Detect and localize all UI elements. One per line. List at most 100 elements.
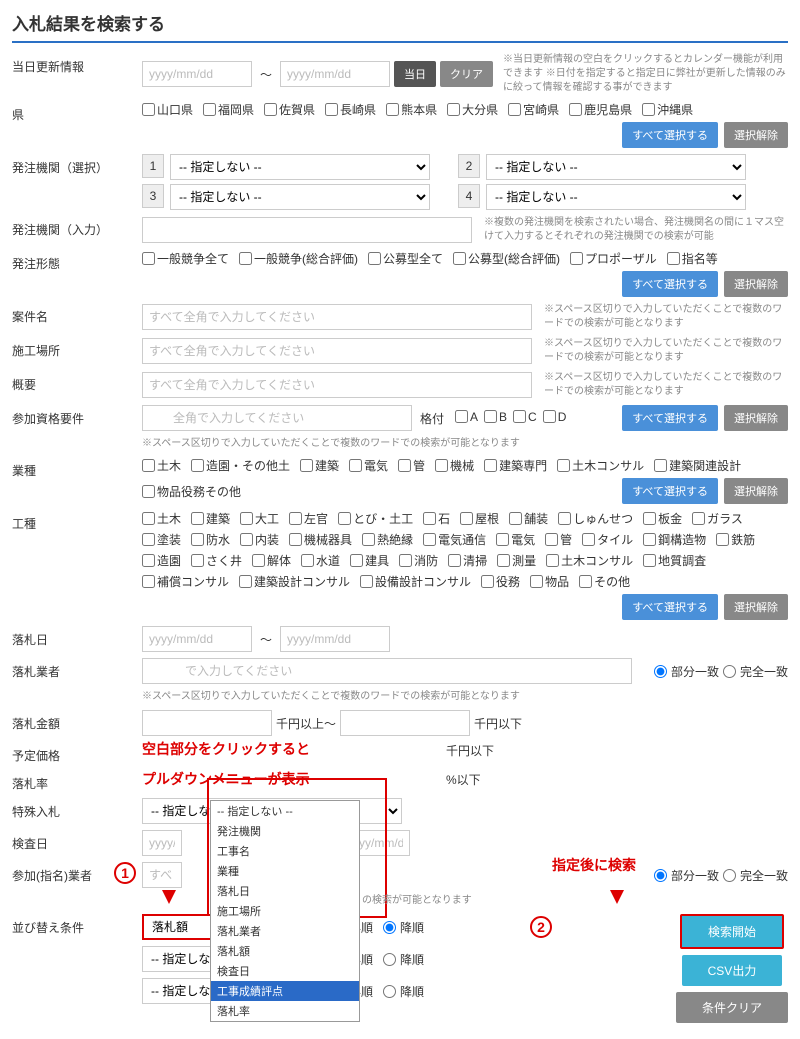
grade-B[interactable]: B <box>484 410 507 424</box>
chk-物品役務その他[interactable]: 物品役務その他 <box>142 483 241 500</box>
chk-鉄筋[interactable]: 鉄筋 <box>716 531 755 548</box>
chk-建築関連設計[interactable]: 建築関連設計 <box>654 457 741 474</box>
chk-公募型全て[interactable]: 公募型全て <box>368 250 443 267</box>
chk-建築[interactable]: 建築 <box>300 457 339 474</box>
chk-防水[interactable]: 防水 <box>191 531 230 548</box>
org-input[interactable] <box>142 217 472 243</box>
name-input[interactable] <box>142 304 532 330</box>
participant-input[interactable] <box>142 862 182 888</box>
chk-土木コンサル[interactable]: 土木コンサル <box>546 552 633 569</box>
chk-造園・その他土[interactable]: 造園・その他土 <box>191 457 290 474</box>
dd-item[interactable]: 落札額 <box>211 941 359 961</box>
chk-左官[interactable]: 左官 <box>289 510 328 527</box>
participant-exact[interactable]: 完全一致 <box>723 867 788 884</box>
btn-search[interactable]: 検索開始 <box>680 914 784 949</box>
chk-大分県[interactable]: 大分県 <box>447 101 498 118</box>
chk-物品[interactable]: 物品 <box>530 573 569 590</box>
pref-list-clear[interactable]: 選択解除 <box>724 122 788 148</box>
chk-設備設計コンサル[interactable]: 設備設計コンサル <box>360 573 471 590</box>
chk-佐賀県[interactable]: 佐賀県 <box>264 101 315 118</box>
chk-熱絶縁[interactable]: 熱絶縁 <box>362 531 413 548</box>
pref-list-all[interactable]: すべて選択する <box>622 122 718 148</box>
org-select-3[interactable]: -- 指定しない -- <box>170 184 430 210</box>
award-co-partial[interactable]: 部分一致 <box>654 663 719 680</box>
dropdown-panel[interactable]: -- 指定しない --発注機関工事名業種落札日施工場所落札業者落札額検査日工事成… <box>210 800 360 1022</box>
grade-D[interactable]: D <box>543 410 567 424</box>
chk-一般競争(総合評価)[interactable]: 一般競争(総合評価) <box>239 250 358 267</box>
chk-建築設計コンサル[interactable]: 建築設計コンサル <box>239 573 350 590</box>
award-amt-from[interactable] <box>142 710 272 736</box>
org-select-1[interactable]: -- 指定しない -- <box>170 154 430 180</box>
dd-item[interactable]: 発注機関 <box>211 821 359 841</box>
award-co-exact[interactable]: 完全一致 <box>723 663 788 680</box>
award-co-input[interactable] <box>142 658 632 684</box>
chk-大工[interactable]: 大工 <box>240 510 279 527</box>
chk-土木コンサル[interactable]: 土木コンサル <box>557 457 644 474</box>
update-date-from[interactable] <box>142 61 252 87</box>
chk-福岡県[interactable]: 福岡県 <box>203 101 254 118</box>
work-list-all[interactable]: すべて選択する <box>622 594 718 620</box>
qual-input[interactable] <box>142 405 412 431</box>
chk-測量[interactable]: 測量 <box>497 552 536 569</box>
org-select-2[interactable]: -- 指定しない -- <box>486 154 746 180</box>
dd-item[interactable]: 落札率 <box>211 1001 359 1021</box>
chk-建築[interactable]: 建築 <box>191 510 230 527</box>
place-input[interactable] <box>142 338 532 364</box>
chk-建築専門[interactable]: 建築専門 <box>484 457 547 474</box>
chk-管[interactable]: 管 <box>398 457 425 474</box>
chk-タイル[interactable]: タイル <box>582 531 633 548</box>
inspect-from[interactable] <box>142 830 182 856</box>
chk-機械[interactable]: 機械 <box>435 457 474 474</box>
chk-一般競争全て[interactable]: 一般競争全て <box>142 250 229 267</box>
industry-list-all[interactable]: すべて選択する <box>622 478 718 504</box>
chk-解体[interactable]: 解体 <box>252 552 291 569</box>
chk-石[interactable]: 石 <box>423 510 450 527</box>
chk-沖縄県[interactable]: 沖縄県 <box>642 101 693 118</box>
chk-電気[interactable]: 電気 <box>496 531 535 548</box>
chk-その他[interactable]: その他 <box>579 573 630 590</box>
dd-item[interactable]: 工事成績評点 <box>211 981 359 1001</box>
org-select-4[interactable]: -- 指定しない -- <box>486 184 746 210</box>
chk-指名等[interactable]: 指名等 <box>667 250 718 267</box>
chk-土木[interactable]: 土木 <box>142 457 181 474</box>
chk-補償コンサル[interactable]: 補償コンサル <box>142 573 229 590</box>
dd-item[interactable]: 業種 <box>211 861 359 881</box>
sort1-desc[interactable]: 降順 <box>383 919 424 936</box>
btn-csv[interactable]: CSV出力 <box>682 955 783 986</box>
grade-A[interactable]: A <box>455 410 478 424</box>
btn-clear-date[interactable]: クリア <box>440 61 493 87</box>
chk-建具[interactable]: 建具 <box>350 552 389 569</box>
sort2-desc[interactable]: 降順 <box>383 951 424 968</box>
participant-partial[interactable]: 部分一致 <box>654 867 719 884</box>
chk-しゅんせつ[interactable]: しゅんせつ <box>558 510 633 527</box>
dd-item[interactable]: 落札業者 <box>211 921 359 941</box>
chk-電気通信[interactable]: 電気通信 <box>423 531 486 548</box>
chk-内装[interactable]: 内装 <box>240 531 279 548</box>
chk-電気[interactable]: 電気 <box>349 457 388 474</box>
chk-管[interactable]: 管 <box>545 531 572 548</box>
chk-水道[interactable]: 水道 <box>301 552 340 569</box>
btn-today[interactable]: 当日 <box>394 61 436 87</box>
chk-消防[interactable]: 消防 <box>399 552 438 569</box>
dd-item[interactable]: 施工場所 <box>211 901 359 921</box>
dd-item[interactable]: -- 指定しない -- <box>211 801 359 821</box>
chk-屋根[interactable]: 屋根 <box>460 510 499 527</box>
award-date-to[interactable] <box>280 626 390 652</box>
industry-list-clear[interactable]: 選択解除 <box>724 478 788 504</box>
update-date-to[interactable] <box>280 61 390 87</box>
chk-塗装[interactable]: 塗装 <box>142 531 181 548</box>
chk-機械器具[interactable]: 機械器具 <box>289 531 352 548</box>
btn-cond-clear[interactable]: 条件クリア <box>676 992 788 1023</box>
bidtype-list-clear[interactable]: 選択解除 <box>724 271 788 297</box>
bidtype-list-all[interactable]: すべて選択する <box>622 271 718 297</box>
chk-プロポーザル[interactable]: プロポーザル <box>570 250 657 267</box>
summary-input[interactable] <box>142 372 532 398</box>
chk-舗装[interactable]: 舗装 <box>509 510 548 527</box>
chk-鋼構造物[interactable]: 鋼構造物 <box>643 531 706 548</box>
award-amt-to[interactable] <box>340 710 470 736</box>
qual-select-all[interactable]: すべて選択する <box>622 405 718 431</box>
dd-item[interactable]: 工事名 <box>211 841 359 861</box>
chk-山口県[interactable]: 山口県 <box>142 101 193 118</box>
chk-造園[interactable]: 造園 <box>142 552 181 569</box>
chk-公募型(総合評価)[interactable]: 公募型(総合評価) <box>453 250 560 267</box>
